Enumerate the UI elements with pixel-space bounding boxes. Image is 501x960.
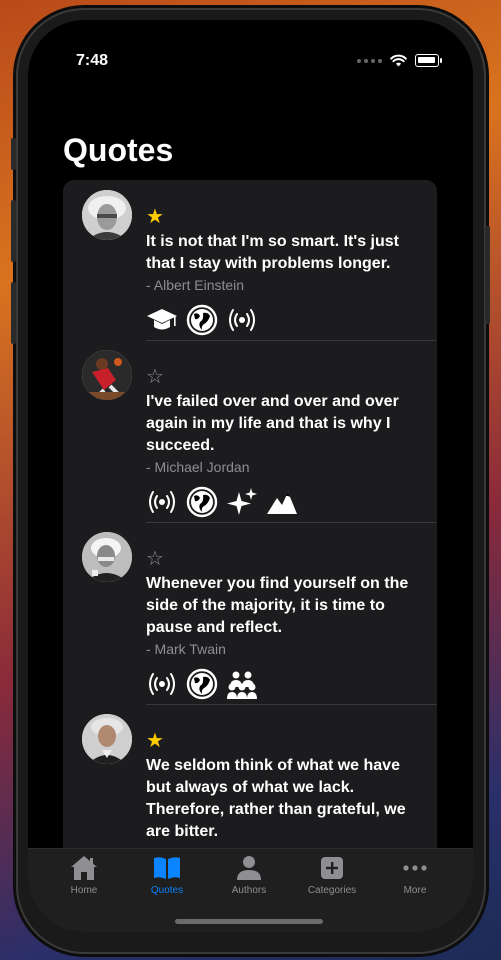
quote-text: We seldom think of what we have but alwa… bbox=[146, 757, 406, 840]
tab-label: More bbox=[403, 885, 427, 896]
quote-text: I've failed over and over and over again… bbox=[146, 393, 399, 454]
broadcast-icon bbox=[229, 309, 255, 331]
quote-author: - Michael Jordan bbox=[146, 459, 250, 475]
wifi-icon bbox=[390, 54, 407, 67]
favorite-star-icon[interactable]: ★ bbox=[146, 207, 421, 229]
category-icons bbox=[146, 486, 421, 518]
globe-icon bbox=[186, 486, 218, 518]
mute-switch bbox=[11, 138, 16, 170]
quote-author: - Albert Einstein bbox=[146, 277, 245, 293]
quote-row[interactable]: ☆ I've failed over and over and over aga… bbox=[63, 340, 437, 522]
power-button bbox=[485, 226, 490, 324]
status-icons bbox=[357, 54, 442, 67]
page-title: Quotes bbox=[63, 132, 174, 168]
quotes-list[interactable]: ★ It is not that I'm so smart. It's just… bbox=[63, 180, 437, 880]
favorite-star-icon[interactable]: ★ bbox=[146, 731, 421, 753]
quote-row[interactable]: ★ It is not that I'm so smart. It's just… bbox=[63, 180, 437, 340]
mountains-icon bbox=[267, 492, 297, 514]
battery-icon bbox=[415, 54, 442, 67]
volume-up-button bbox=[11, 200, 16, 262]
category-icons bbox=[146, 304, 421, 336]
globe-icon bbox=[186, 668, 218, 700]
status-bar: 7:48 bbox=[28, 50, 473, 74]
home-indicator[interactable] bbox=[175, 919, 323, 924]
ellipsis-icon bbox=[403, 865, 427, 871]
tab-label: Categories bbox=[307, 885, 357, 896]
favorite-star-icon[interactable]: ☆ bbox=[146, 549, 421, 571]
status-time: 7:48 bbox=[76, 52, 109, 69]
quote-text: It is not that I'm so smart. It's just t… bbox=[146, 233, 399, 272]
quote-row[interactable]: ☆ Whenever you find yourself on the side… bbox=[63, 522, 437, 704]
house-icon bbox=[71, 856, 97, 880]
quote-text: Whenever you find yourself on the side o… bbox=[146, 575, 409, 636]
volume-down-button bbox=[11, 282, 16, 344]
tab-authors[interactable]: Authors bbox=[208, 855, 290, 896]
tab-home[interactable]: Home bbox=[43, 855, 125, 896]
graduation-cap-icon bbox=[147, 309, 177, 330]
category-icons bbox=[146, 668, 421, 700]
broadcast-icon bbox=[149, 673, 175, 695]
broadcast-icon bbox=[149, 491, 175, 513]
author-avatar bbox=[82, 714, 132, 764]
author-avatar bbox=[82, 190, 132, 240]
tab-label: Authors bbox=[231, 885, 267, 896]
cellular-signal-icon bbox=[357, 58, 382, 63]
tab-label: Quotes bbox=[150, 885, 184, 896]
person-icon bbox=[237, 856, 261, 880]
people-icon bbox=[227, 671, 257, 699]
screen: 7:48 Quotes ★ It is not that I'm so smar… bbox=[28, 20, 473, 932]
tab-more[interactable]: More bbox=[374, 855, 456, 896]
author-avatar bbox=[82, 532, 132, 582]
plus-square-icon bbox=[321, 857, 343, 879]
tab-quotes[interactable]: Quotes bbox=[126, 855, 208, 896]
author-avatar bbox=[82, 350, 132, 400]
favorite-star-icon[interactable]: ☆ bbox=[146, 367, 421, 389]
tab-label: Home bbox=[70, 885, 98, 896]
globe-icon bbox=[186, 304, 218, 336]
quote-author: - Mark Twain bbox=[146, 641, 226, 657]
tab-categories[interactable]: Categories bbox=[291, 855, 373, 896]
sparkles-icon bbox=[227, 488, 257, 515]
book-icon bbox=[154, 857, 180, 879]
